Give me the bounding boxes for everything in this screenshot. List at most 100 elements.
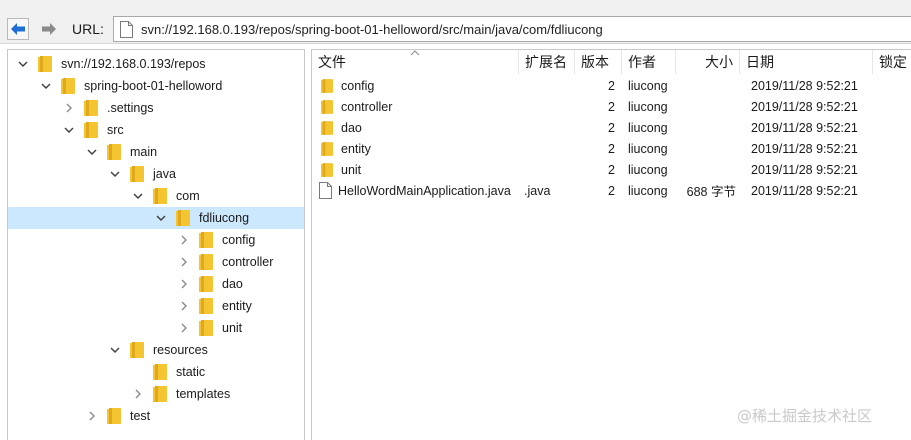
file-row[interactable]: config 2 liucong 2019/11/28 9:52:21 — [312, 75, 911, 96]
file-date: 2019/11/28 9:52:21 — [751, 120, 858, 135]
folder-icon — [84, 122, 98, 138]
tree-item-svn-192-168-0-193-repos[interactable]: svn://192.168.0.193/repos — [8, 53, 304, 75]
tree-item-label: dao — [222, 277, 243, 291]
chevron-down-icon[interactable] — [110, 345, 120, 355]
folder-icon — [84, 100, 98, 116]
file-row[interactable]: HelloWordMainApplication.java .java 2 liuco… — [312, 180, 911, 201]
tree-item-static[interactable]: static — [8, 361, 304, 383]
column-header-size[interactable]: 大小 — [676, 50, 740, 74]
tree-item-unit[interactable]: unit — [8, 317, 304, 339]
chevron-down-icon[interactable] — [110, 169, 120, 179]
file-row[interactable]: unit 2 liucong 2019/11/28 9:52:21 — [312, 159, 911, 180]
tree-toggle[interactable] — [177, 299, 191, 313]
chevron-down-icon[interactable] — [64, 125, 74, 135]
tree-toggle[interactable] — [177, 255, 191, 269]
tree-item-label: static — [176, 365, 206, 379]
file-list[interactable]: 文件 扩展名 版本 作者 大小 日期 锁定 config 2 liucong 2019/11/28… — [311, 49, 911, 440]
column-header-revision[interactable]: 版本 — [575, 50, 622, 74]
tree-item-main[interactable]: main — [8, 141, 304, 163]
tree-toggle[interactable] — [154, 211, 168, 225]
tree-item-fdliucong[interactable]: fdliucong — [8, 207, 304, 229]
tree-toggle[interactable] — [62, 123, 76, 137]
file-revision: 2 — [608, 183, 615, 198]
file-extension — [524, 96, 574, 117]
chevron-down-icon[interactable] — [133, 191, 143, 201]
column-header-author[interactable]: 作者 — [622, 50, 676, 74]
file-extension — [524, 159, 574, 180]
tree-item-controller[interactable]: controller — [8, 251, 304, 273]
file-size — [676, 117, 736, 138]
tree-toggle[interactable] — [62, 101, 76, 115]
chevron-down-icon[interactable] — [156, 213, 166, 223]
watermark: @稀土掘金技术社区 — [737, 407, 873, 425]
file-date: 2019/11/28 9:52:21 — [751, 99, 858, 114]
chevron-right-icon[interactable] — [179, 301, 189, 311]
file-row[interactable]: entity 2 liucong 2019/11/28 9:52:21 — [312, 138, 911, 159]
folder-icon — [130, 166, 144, 182]
tree-item-java[interactable]: java — [8, 163, 304, 185]
chevron-right-icon[interactable] — [179, 235, 189, 245]
back-button[interactable] — [7, 18, 29, 40]
url-field[interactable]: svn://192.168.0.193/repos/spring-boot-01… — [113, 16, 911, 42]
tree-item-settings[interactable]: .settings — [8, 97, 304, 119]
chevron-right-icon[interactable] — [179, 279, 189, 289]
document-icon — [120, 20, 133, 38]
file-name: HelloWordMainApplication.java — [338, 183, 511, 198]
tree-item-config[interactable]: config — [8, 229, 304, 251]
folder-icon — [199, 320, 213, 336]
chevron-right-icon[interactable] — [87, 411, 97, 421]
tree-item-resources[interactable]: resources — [8, 339, 304, 361]
url-label: URL: — [72, 21, 104, 37]
folder-tree[interactable]: svn://192.168.0.193/repos spring-boot-01-… — [7, 49, 305, 440]
tree-item-com[interactable]: com — [8, 185, 304, 207]
folder-icon — [199, 254, 213, 270]
tree-toggle[interactable] — [16, 57, 30, 71]
tree-item-dao[interactable]: dao — [8, 273, 304, 295]
chevron-right-icon[interactable] — [179, 323, 189, 333]
chevron-right-icon[interactable] — [64, 103, 74, 113]
chevron-right-icon[interactable] — [179, 257, 189, 267]
tree-toggle[interactable] — [85, 145, 99, 159]
file-size — [676, 75, 736, 96]
tree-item-label: java — [153, 167, 176, 181]
tree-toggle[interactable] — [177, 233, 191, 247]
folder-icon — [199, 276, 213, 292]
file-row[interactable]: dao 2 liucong 2019/11/28 9:52:21 — [312, 117, 911, 138]
chevron-down-icon[interactable] — [41, 81, 51, 91]
tree-item-src[interactable]: src — [8, 119, 304, 141]
arrow-left-icon — [11, 23, 25, 35]
tree-item-templates[interactable]: templates — [8, 383, 304, 405]
column-header-date[interactable]: 日期 — [740, 50, 873, 74]
file-name-cell: config — [319, 75, 517, 96]
tree-item-spring-boot-01-helloword[interactable]: spring-boot-01-helloword — [8, 75, 304, 97]
column-header-extension[interactable]: 扩展名 — [519, 50, 575, 74]
folder-icon — [321, 141, 333, 156]
file-size — [676, 96, 736, 117]
file-name: controller — [341, 99, 393, 114]
tree-toggle[interactable] — [131, 189, 145, 203]
tree-toggle[interactable] — [108, 167, 122, 181]
forward-button[interactable] — [38, 18, 60, 40]
folder-icon — [321, 162, 333, 177]
tree-toggle[interactable] — [85, 409, 99, 423]
chevron-down-icon[interactable] — [18, 59, 28, 69]
file-name: dao — [341, 120, 362, 135]
file-revision: 2 — [608, 141, 615, 156]
file-row[interactable]: controller 2 liucong 2019/11/28 9:52:21 — [312, 96, 911, 117]
file-name: config — [341, 78, 375, 93]
file-extension — [524, 75, 574, 96]
tree-toggle[interactable] — [177, 277, 191, 291]
file-date: 2019/11/28 9:52:21 — [751, 78, 858, 93]
column-header-lock[interactable]: 锁定 — [873, 50, 911, 74]
tree-toggle[interactable] — [131, 387, 145, 401]
tree-toggle[interactable] — [108, 343, 122, 357]
tree-toggle[interactable] — [39, 79, 53, 93]
chevron-right-icon[interactable] — [133, 389, 143, 399]
chevron-down-icon[interactable] — [87, 147, 97, 157]
tree-item-entity[interactable]: entity — [8, 295, 304, 317]
file-name-cell: entity — [319, 138, 517, 159]
tree-item-label: com — [176, 189, 200, 203]
file-size: 688 字节 — [686, 185, 736, 199]
tree-toggle[interactable] — [177, 321, 191, 335]
tree-item-test[interactable]: test — [8, 405, 304, 427]
